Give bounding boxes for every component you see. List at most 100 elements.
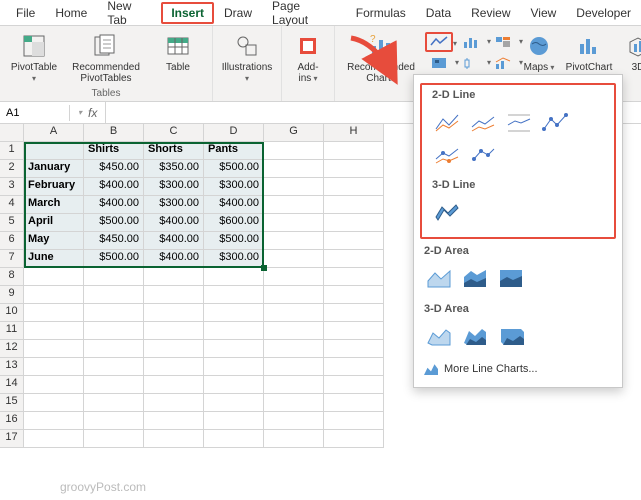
cell[interactable] bbox=[264, 376, 324, 394]
cell[interactable] bbox=[144, 322, 204, 340]
hierarchy-chart-button[interactable] bbox=[489, 32, 517, 52]
cell[interactable] bbox=[144, 412, 204, 430]
row-header[interactable]: 1 bbox=[0, 142, 24, 160]
cell[interactable] bbox=[144, 430, 204, 448]
cell[interactable] bbox=[144, 340, 204, 358]
tab-view[interactable]: View bbox=[521, 2, 567, 24]
cell[interactable] bbox=[144, 376, 204, 394]
cell[interactable] bbox=[204, 268, 264, 286]
tab-insert[interactable]: Insert bbox=[161, 2, 214, 24]
map-chart-button[interactable] bbox=[425, 53, 453, 73]
cell[interactable] bbox=[204, 286, 264, 304]
cell[interactable] bbox=[84, 286, 144, 304]
cell[interactable] bbox=[204, 358, 264, 376]
cell[interactable] bbox=[324, 340, 384, 358]
cell[interactable] bbox=[264, 178, 324, 196]
cell[interactable]: $400.00 bbox=[144, 250, 204, 268]
cell[interactable]: $500.00 bbox=[204, 160, 264, 178]
line-chart-option[interactable] bbox=[432, 109, 462, 135]
cell[interactable] bbox=[264, 340, 324, 358]
cell[interactable]: $500.00 bbox=[84, 250, 144, 268]
cell[interactable]: April bbox=[24, 214, 84, 232]
cell[interactable] bbox=[24, 340, 84, 358]
cell[interactable] bbox=[264, 160, 324, 178]
row-header[interactable]: 7 bbox=[0, 250, 24, 268]
cell[interactable]: Pants bbox=[204, 142, 264, 160]
row-header[interactable]: 15 bbox=[0, 394, 24, 412]
cell[interactable] bbox=[24, 142, 84, 160]
tab-formulas[interactable]: Formulas bbox=[346, 2, 416, 24]
cell[interactable] bbox=[324, 142, 384, 160]
fill-handle[interactable] bbox=[261, 265, 267, 271]
row-header[interactable]: 12 bbox=[0, 340, 24, 358]
select-all-corner[interactable] bbox=[0, 124, 24, 142]
col-header-B[interactable]: B bbox=[84, 124, 144, 142]
cell[interactable] bbox=[24, 304, 84, 322]
recommended-charts-button[interactable]: ? Recommended Charts bbox=[341, 30, 421, 86]
line-chart-button[interactable] bbox=[425, 32, 453, 52]
cell[interactable] bbox=[204, 412, 264, 430]
cell[interactable]: $400.00 bbox=[144, 232, 204, 250]
recommended-pivottables-button[interactable]: Recommended PivotTables bbox=[66, 30, 146, 86]
cell[interactable] bbox=[24, 430, 84, 448]
cell[interactable] bbox=[204, 430, 264, 448]
cell[interactable] bbox=[264, 196, 324, 214]
cell[interactable] bbox=[204, 304, 264, 322]
more-line-charts[interactable]: More Line Charts... bbox=[414, 357, 622, 381]
col-header-H[interactable]: H bbox=[324, 124, 384, 142]
row-header[interactable]: 14 bbox=[0, 376, 24, 394]
cell[interactable] bbox=[144, 268, 204, 286]
cell[interactable] bbox=[324, 412, 384, 430]
row-header[interactable]: 9 bbox=[0, 286, 24, 304]
cell[interactable] bbox=[84, 394, 144, 412]
cell[interactable] bbox=[24, 322, 84, 340]
cell[interactable]: $300.00 bbox=[204, 178, 264, 196]
cell[interactable] bbox=[204, 394, 264, 412]
stacked-line-chart-option[interactable] bbox=[468, 109, 498, 135]
tab-review[interactable]: Review bbox=[461, 2, 520, 24]
cell[interactable] bbox=[24, 268, 84, 286]
cell[interactable] bbox=[144, 304, 204, 322]
cell[interactable] bbox=[324, 394, 384, 412]
3d-line-chart-option[interactable] bbox=[432, 199, 462, 225]
cell[interactable]: March bbox=[24, 196, 84, 214]
cell[interactable] bbox=[264, 412, 324, 430]
cell[interactable] bbox=[24, 286, 84, 304]
stat-chart-button[interactable] bbox=[457, 53, 485, 73]
cell[interactable]: $600.00 bbox=[204, 214, 264, 232]
stacked-line-markers-chart-option[interactable] bbox=[432, 141, 462, 167]
maps-button[interactable]: Maps bbox=[521, 30, 557, 75]
row-header[interactable]: 11 bbox=[0, 322, 24, 340]
cell[interactable]: Shirts bbox=[84, 142, 144, 160]
cell[interactable] bbox=[324, 196, 384, 214]
name-box[interactable]: A1 bbox=[0, 105, 70, 121]
3d-stacked-area-chart-option[interactable] bbox=[460, 323, 490, 349]
cell[interactable] bbox=[144, 394, 204, 412]
cell[interactable] bbox=[24, 394, 84, 412]
cell[interactable] bbox=[84, 322, 144, 340]
tab-file[interactable]: File bbox=[6, 2, 45, 24]
cell[interactable] bbox=[264, 250, 324, 268]
fx-icon[interactable]: fx bbox=[70, 102, 106, 123]
cell[interactable]: $400.00 bbox=[144, 214, 204, 232]
row-header[interactable]: 8 bbox=[0, 268, 24, 286]
cell[interactable] bbox=[324, 322, 384, 340]
cell[interactable] bbox=[264, 304, 324, 322]
row-header[interactable]: 13 bbox=[0, 358, 24, 376]
cell[interactable] bbox=[324, 214, 384, 232]
row-header[interactable]: 17 bbox=[0, 430, 24, 448]
column-chart-button[interactable] bbox=[457, 32, 485, 52]
cell[interactable] bbox=[264, 286, 324, 304]
100-stacked-line-chart-option[interactable] bbox=[504, 109, 534, 135]
cell[interactable] bbox=[324, 160, 384, 178]
cell[interactable] bbox=[324, 358, 384, 376]
tab-draw[interactable]: Draw bbox=[214, 2, 262, 24]
cell[interactable]: $450.00 bbox=[84, 160, 144, 178]
row-header[interactable]: 2 bbox=[0, 160, 24, 178]
cell[interactable]: $500.00 bbox=[204, 232, 264, 250]
cell[interactable] bbox=[324, 286, 384, 304]
cell[interactable] bbox=[324, 376, 384, 394]
cell[interactable]: $300.00 bbox=[144, 178, 204, 196]
cell[interactable] bbox=[84, 268, 144, 286]
3d-map-button[interactable]: 3D bbox=[621, 30, 641, 75]
